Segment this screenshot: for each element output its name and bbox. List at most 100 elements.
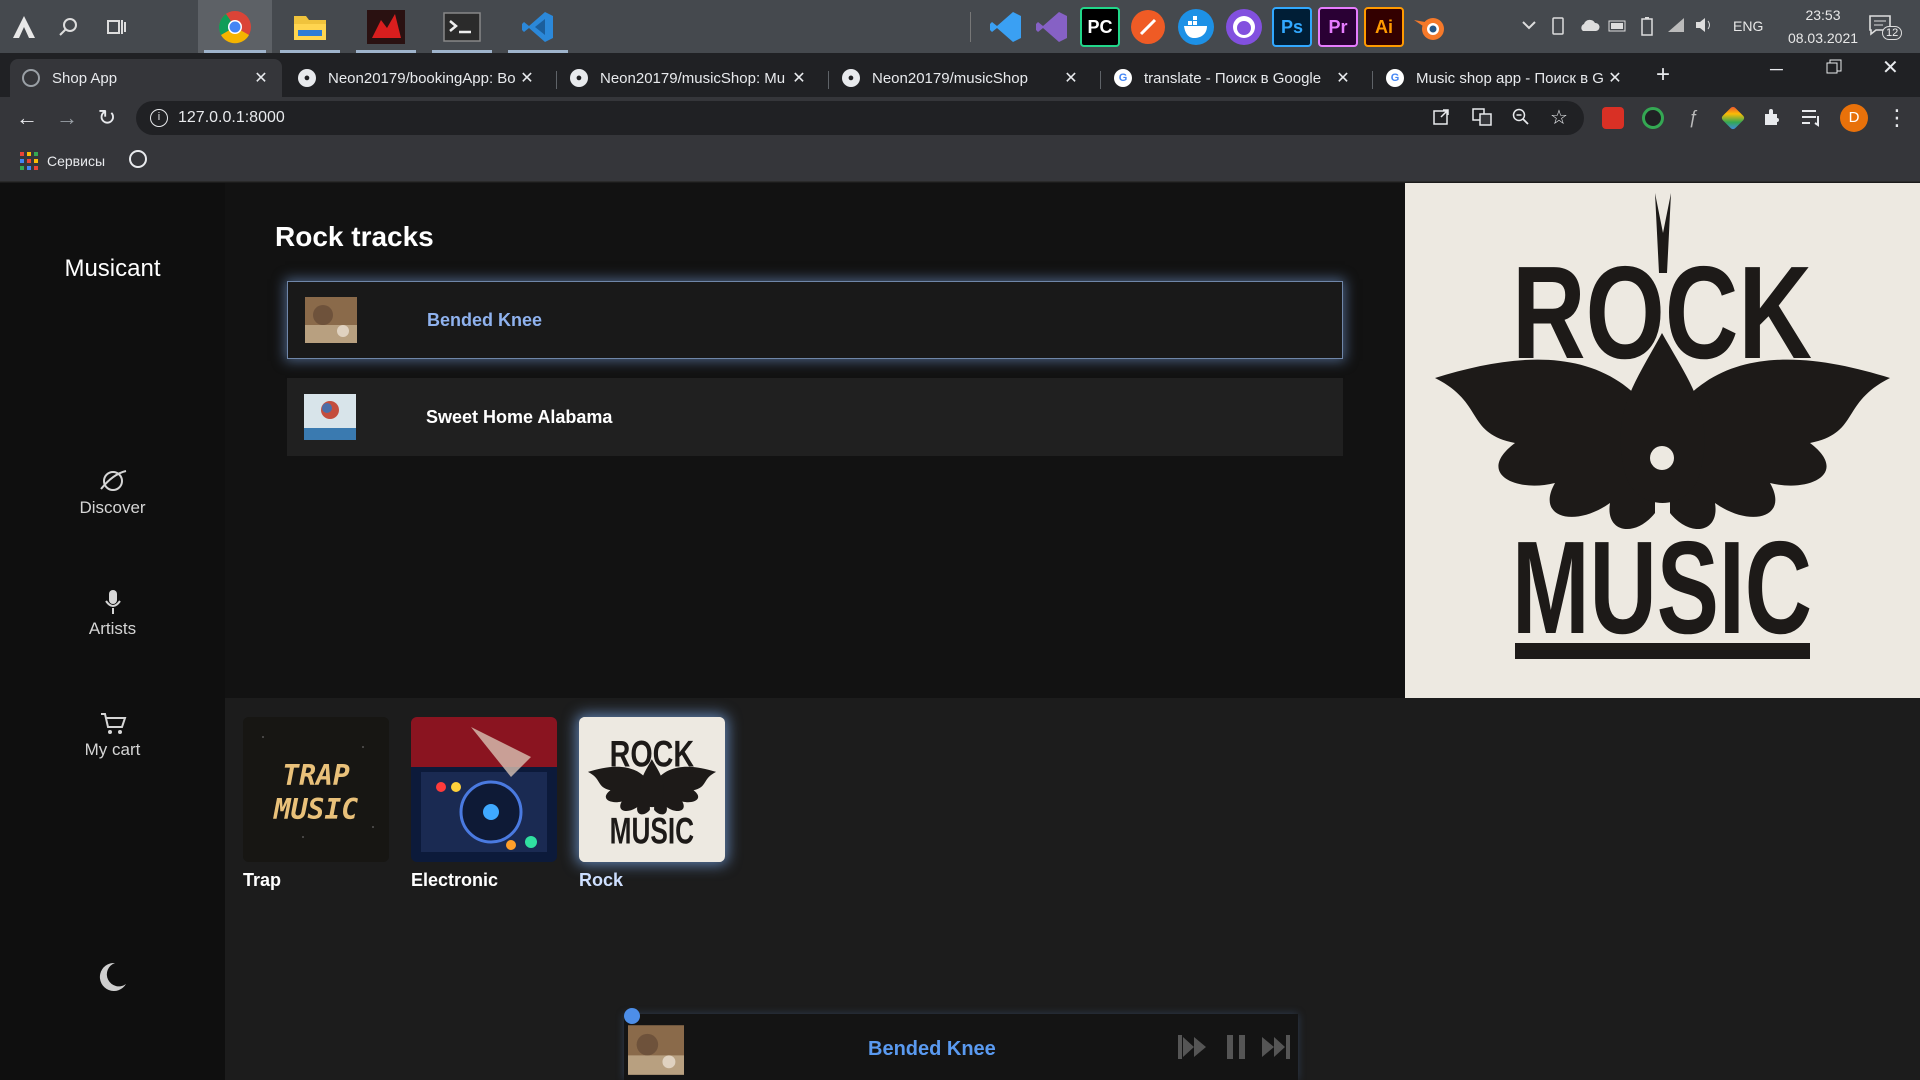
- close-icon[interactable]: ✕: [1062, 68, 1080, 88]
- postman-icon[interactable]: [1128, 7, 1168, 47]
- cloud-icon[interactable]: [1578, 17, 1600, 38]
- chrome-icon[interactable]: [215, 7, 255, 47]
- extension-red-icon[interactable]: [1602, 107, 1624, 129]
- brand-logo[interactable]: Musicant: [0, 255, 225, 283]
- url-text[interactable]: 127.0.0.1:8000: [178, 109, 285, 127]
- reading-list-icon[interactable]: [1800, 107, 1822, 132]
- device-icon[interactable]: [1550, 17, 1566, 40]
- close-icon[interactable]: ✕: [790, 68, 808, 88]
- arc-icon[interactable]: [4, 7, 44, 47]
- translate-icon[interactable]: [1472, 108, 1492, 131]
- github-desktop-icon[interactable]: [1224, 7, 1264, 47]
- wifi-icon[interactable]: [1666, 16, 1686, 39]
- language-indicator[interactable]: ENG: [1733, 18, 1763, 34]
- vscode-blue-icon[interactable]: [986, 7, 1026, 47]
- player-cover: [628, 1025, 684, 1075]
- genre-name: Rock: [579, 870, 624, 890]
- github-icon: ●: [570, 69, 588, 87]
- tab-separator: [556, 71, 557, 89]
- track-name[interactable]: Sweet Home Alabama: [426, 407, 612, 428]
- genre-card-electronic[interactable]: Electronic: [411, 717, 557, 891]
- minimize-icon[interactable]: ─: [1770, 59, 1783, 80]
- file-explorer-icon[interactable]: [290, 7, 330, 47]
- dark-mode-toggle[interactable]: [95, 960, 129, 999]
- photoshop-icon[interactable]: Ps: [1272, 7, 1312, 47]
- sidebar-item-artists[interactable]: Artists: [0, 587, 225, 639]
- tab-title: translate - Поиск в Google: [1144, 69, 1322, 87]
- music-shop-app: Musicant Discover Artists My cart Rock t…: [0, 183, 1920, 1080]
- close-icon[interactable]: ✕: [518, 68, 536, 88]
- back-icon[interactable]: ←: [11, 102, 43, 134]
- track-row[interactable]: Bended Knee: [287, 281, 1343, 359]
- tab-music-shop[interactable]: ● Neon20179/musicShop ✕: [830, 59, 1092, 97]
- browser-tab-strip: Shop App ✕ ● Neon20179/bookingApp: Bo ✕ …: [0, 53, 1920, 97]
- genre-card-rock[interactable]: ROCK MUSIC Rock: [579, 717, 725, 891]
- bookmark-star-icon[interactable]: ☆: [1550, 105, 1568, 130]
- extension-green-icon[interactable]: [1642, 107, 1664, 129]
- extension-formula-icon[interactable]: ƒ: [1682, 107, 1704, 129]
- address-bar[interactable]: i 127.0.0.1:8000 ☆: [136, 101, 1584, 135]
- tab-music-shop-repo[interactable]: ● Neon20179/musicShop: Mu ✕: [558, 59, 820, 97]
- track-row[interactable]: Sweet Home Alabama: [287, 378, 1343, 456]
- search-icon[interactable]: [48, 7, 88, 47]
- terminal-icon[interactable]: [442, 7, 482, 47]
- rock-music-logo: ROCK MUSIC: [1405, 183, 1920, 698]
- moon-icon: [99, 962, 126, 991]
- tab-shop-app[interactable]: Shop App ✕: [10, 59, 282, 97]
- restore-icon[interactable]: [1826, 59, 1842, 80]
- sidebar-item-label: My cart: [84, 740, 141, 759]
- open-in-app-icon[interactable]: [1432, 108, 1450, 131]
- pycharm-icon[interactable]: PC: [1080, 7, 1120, 47]
- premiere-icon[interactable]: Pr: [1318, 7, 1358, 47]
- tray-expand-icon[interactable]: [1520, 16, 1538, 39]
- extensions-puzzle-icon[interactable]: [1762, 107, 1782, 132]
- new-tab-icon[interactable]: +: [1656, 61, 1670, 89]
- tab-title: Neon20179/musicShop: [872, 69, 1028, 87]
- task-view-icon[interactable]: [96, 7, 136, 47]
- zoom-icon[interactable]: [1512, 108, 1530, 131]
- extension-color-icon[interactable]: [1720, 105, 1746, 131]
- visual-studio-icon[interactable]: [1032, 7, 1072, 47]
- sidebar-item-my-cart[interactable]: My cart: [0, 708, 225, 760]
- next-icon[interactable]: [1261, 1034, 1291, 1065]
- battery-icon[interactable]: [1640, 16, 1654, 41]
- window-close-icon[interactable]: ✕: [1882, 55, 1899, 80]
- blender-icon[interactable]: [1410, 7, 1450, 47]
- notifications-icon[interactable]: 12: [1868, 14, 1903, 41]
- illustrator-icon[interactable]: Ai: [1364, 7, 1404, 47]
- tab-music-shop-search[interactable]: G Music shop app - Поиск в G ✕: [1374, 59, 1636, 97]
- pause-icon[interactable]: [1225, 1034, 1247, 1065]
- sidebar-item-discover[interactable]: Discover: [0, 466, 225, 518]
- tab-translate-search[interactable]: G translate - Поиск в Google ✕: [1102, 59, 1364, 97]
- clock-date[interactable]: 08.03.2021: [1776, 30, 1870, 46]
- cart-icon: [100, 713, 126, 734]
- volume-icon[interactable]: [1694, 16, 1714, 39]
- profile-avatar[interactable]: D: [1840, 104, 1868, 132]
- globe-bookmark-icon[interactable]: [129, 150, 147, 168]
- player-track-title[interactable]: Bended Knee: [868, 1038, 996, 1061]
- menu-kebab-icon[interactable]: ⋮: [1886, 103, 1908, 133]
- apps-bookmark[interactable]: Сервисы: [20, 152, 105, 170]
- close-icon[interactable]: ✕: [252, 68, 270, 88]
- sidebar: Musicant Discover Artists My cart: [0, 183, 225, 1080]
- browser-toolbar: ← → ↻ i 127.0.0.1:8000 ☆ ƒ D ⋮: [0, 97, 1920, 139]
- docker-icon[interactable]: [1176, 7, 1216, 47]
- app-red-icon[interactable]: [366, 7, 406, 47]
- tab-booking-app[interactable]: ● Neon20179/bookingApp: Bo ✕: [286, 59, 548, 97]
- sidebar-item-label: Discover: [79, 498, 146, 517]
- bookmarks-bar: Сервисы: [0, 139, 1920, 182]
- track-name[interactable]: Bended Knee: [427, 310, 542, 331]
- info-icon[interactable]: i: [150, 109, 168, 127]
- planet-icon: [99, 470, 126, 491]
- previous-icon[interactable]: [1177, 1034, 1207, 1065]
- close-icon[interactable]: ✕: [1606, 68, 1624, 88]
- tab-separator: [1372, 71, 1373, 89]
- reload-icon[interactable]: ↻: [91, 102, 123, 134]
- close-icon[interactable]: ✕: [1334, 68, 1352, 88]
- clock-time[interactable]: 23:53: [1792, 7, 1854, 23]
- progress-handle[interactable]: [624, 1008, 640, 1024]
- genre-card-trap[interactable]: TRAP MUSIC Trap: [243, 717, 389, 891]
- vscode-icon[interactable]: [518, 7, 558, 47]
- battery-small-icon[interactable]: [1608, 19, 1628, 37]
- forward-icon[interactable]: →: [51, 102, 83, 134]
